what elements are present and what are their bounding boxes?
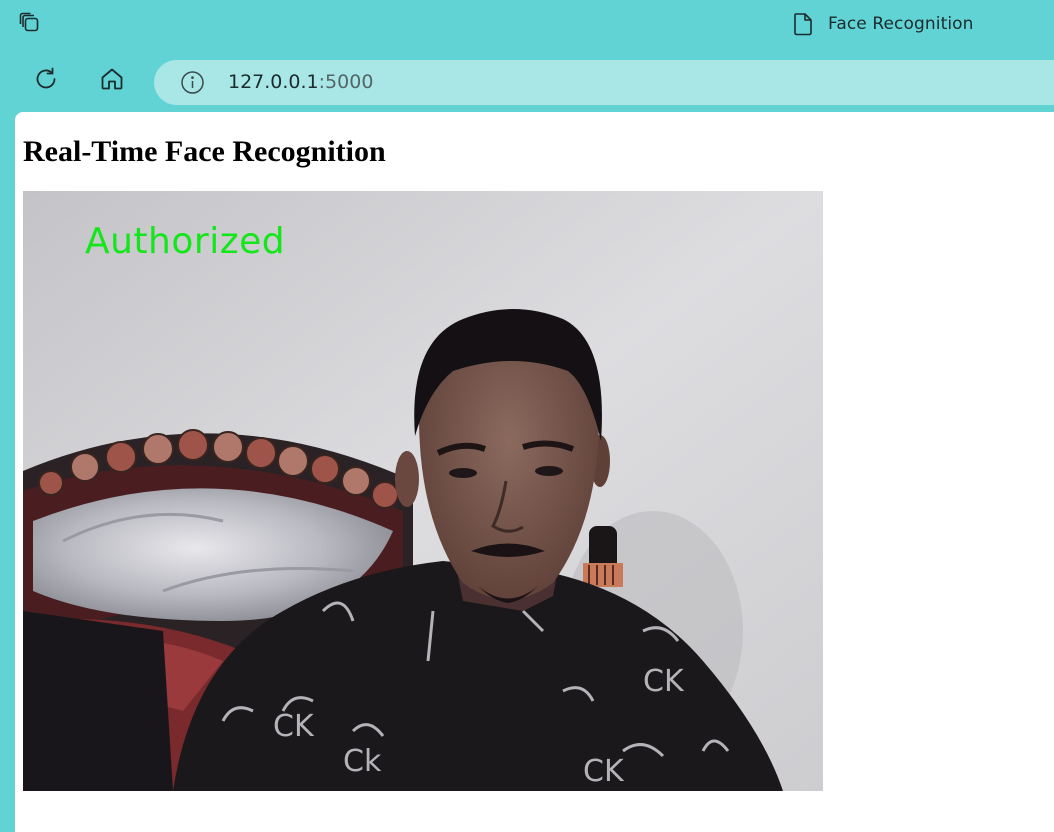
svg-text:CK: CK	[273, 709, 315, 744]
svg-text:CK: CK	[583, 754, 625, 789]
page-title: Real-Time Face Recognition	[23, 135, 386, 168]
info-icon[interactable]	[180, 70, 205, 95]
url-port: :5000	[318, 71, 374, 93]
webcam-frame-image: CK CK CK Ck	[23, 191, 823, 791]
document-icon	[792, 12, 814, 36]
tab-actions-icon[interactable]	[18, 11, 44, 37]
home-button[interactable]	[97, 64, 127, 94]
reload-button[interactable]	[31, 64, 61, 94]
reload-icon	[36, 67, 56, 89]
browser-title-bar: Face Recognition	[0, 0, 1054, 50]
tab-title[interactable]: Face Recognition	[828, 14, 974, 34]
url-host: 127.0.0.1	[228, 71, 319, 93]
home-icon	[101, 68, 123, 90]
svg-text:CK: CK	[643, 664, 685, 699]
webcam-video-feed: CK CK CK Ck Authorized	[23, 191, 823, 791]
url-text[interactable]: 127.0.0.1:5000	[228, 71, 373, 93]
recognition-status-label: Authorized	[85, 221, 286, 262]
browser-toolbar: 127.0.0.1:5000	[0, 50, 1054, 110]
svg-text:Ck: Ck	[343, 744, 382, 779]
page-content: Real-Time Face Recognition CK CK CK Ck A…	[15, 112, 1054, 832]
address-bar[interactable]: 127.0.0.1:5000	[154, 60, 1054, 105]
